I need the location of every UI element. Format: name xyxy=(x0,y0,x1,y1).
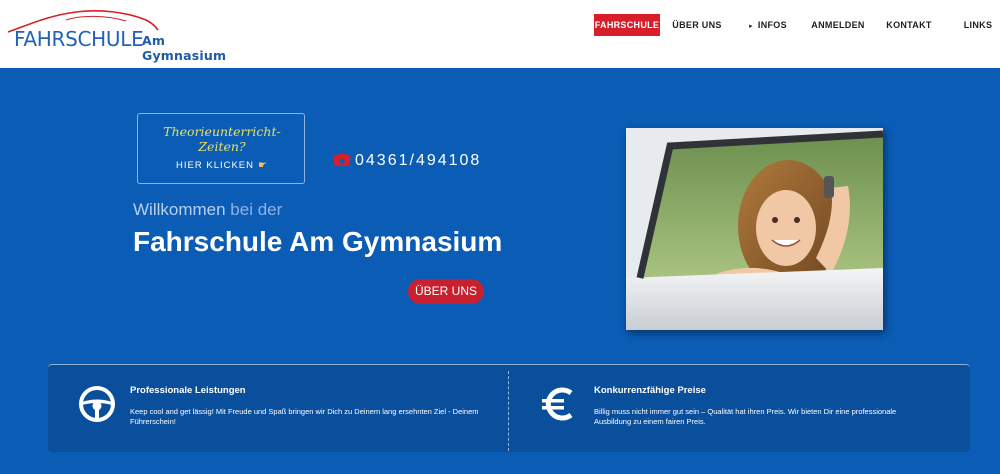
nav-item-infos[interactable]: ▸ INFOS xyxy=(742,14,794,36)
logo-subtitle: Am Gymnasium xyxy=(142,33,227,63)
nav-item-ueber-uns[interactable]: ÜBER UNS xyxy=(668,14,726,36)
nav-item-fahrschule[interactable]: FAHRSCHULE xyxy=(594,14,660,36)
nav-item-links[interactable]: LINKS xyxy=(958,14,998,36)
features-panel: Professionale Leistungen Keep cool and g… xyxy=(48,364,970,452)
telephone-icon xyxy=(333,154,351,166)
caret-right-icon: ▸ xyxy=(749,23,753,30)
welcome-text: Willkommen bei der xyxy=(133,200,283,219)
feature-title-services: Professionale Leistungen xyxy=(130,385,246,396)
steering-wheel-icon xyxy=(79,386,115,422)
euro-icon xyxy=(542,387,573,421)
about-us-button[interactable]: ÜBER UNS xyxy=(408,279,484,304)
theory-times-box[interactable]: Theorieunterricht- Zeiten? HIER KLICKEN ☛ xyxy=(137,113,305,184)
click-here-link[interactable]: HIER KLICKEN ☛ xyxy=(138,160,306,171)
nav-item-anmelden[interactable]: ANMELDEN xyxy=(808,14,868,36)
pointing-hand-icon: ☛ xyxy=(258,160,268,171)
hero-photo xyxy=(626,128,883,330)
main-nav: FAHRSCHULE ÜBER UNS ▸ INFOS ANMELDEN KONT… xyxy=(0,14,1000,36)
divider xyxy=(508,371,509,451)
phone-number[interactable]: 04361/494108 xyxy=(333,150,481,172)
theory-times-title: Theorieunterricht- Zeiten? xyxy=(163,124,281,154)
feature-text-prices: Billig muss nicht immer gut sein – Quali… xyxy=(594,407,897,426)
nav-item-kontakt[interactable]: KONTAKT xyxy=(882,14,936,36)
page-title: Fahrschule Am Gymnasium xyxy=(133,226,503,257)
site-header: FAHRSCHULE Am Gymnasium FAHRSCHULE ÜBER … xyxy=(0,0,1000,68)
feature-title-prices: Konkurrenzfähige Preise xyxy=(594,385,706,396)
feature-text-services: Keep cool and get lässig! Mit Freude und… xyxy=(130,407,479,426)
